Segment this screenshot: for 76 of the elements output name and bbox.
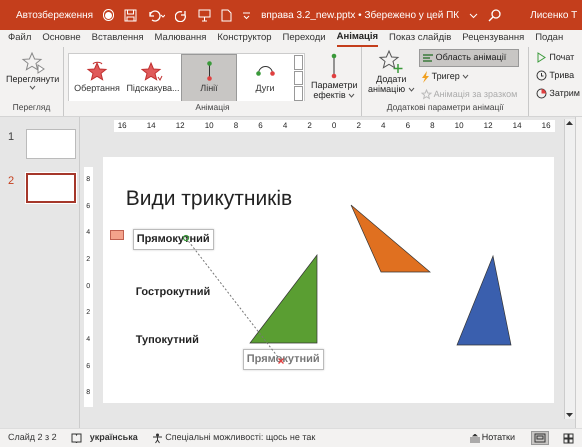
star-icon [420,89,432,100]
star-play-icon [20,51,45,75]
shape-label: Тупокутний [136,333,199,348]
chevron-icon [29,84,36,91]
accessibility-status[interactable]: Спеціальні можливості: щось не так [152,431,316,445]
presentation-icon[interactable] [198,8,212,22]
group-label: Перегляд [12,101,52,114]
group-label: Анімація [194,101,231,114]
clock-icon [536,88,548,99]
arc-path-icon [256,66,274,76]
star-icon [85,60,109,82]
customize-icon[interactable] [242,10,252,20]
group-label: Додаткові параметри анімації [386,101,505,114]
preview-button[interactable]: Переглянути [4,51,59,91]
trigger-button[interactable]: Тригер [418,69,520,84]
slide-title: Види трикутників [126,186,292,212]
slide-thumbnail[interactable] [26,129,76,159]
animation-tag [110,230,124,240]
redo-icon[interactable] [175,8,188,22]
document-icon[interactable] [221,8,232,22]
ghost-label: Прямокутний [242,349,324,370]
chevron-icon [408,86,415,93]
language-indicator[interactable]: українська [90,431,138,445]
slide-number: 2 [8,174,16,189]
chevron-icon [462,74,469,80]
arrow-up-icon [564,119,574,126]
triangle-shape[interactable] [456,254,512,346]
clock-icon [536,70,548,81]
timing-option[interactable]: Затрим [534,86,582,101]
ribbon-tab[interactable]: Файл [8,30,32,47]
line-path-icon [206,61,212,82]
ribbon-tab[interactable]: Вставлення [92,30,144,47]
gallery-scroll[interactable] [293,54,304,102]
animation-pane-button[interactable]: Область анімації [418,49,520,66]
arrow-down-icon [564,412,574,419]
notes-button[interactable]: Нотатки [468,430,517,446]
accessibility-icon [152,432,163,444]
slide-thumbnail[interactable] [26,173,76,203]
triangle-shape[interactable] [249,254,318,344]
star-icon [141,60,165,82]
ribbon-tab[interactable]: Конструктор [217,30,272,47]
ribbon-tab[interactable]: Основне [42,30,81,47]
animation-effect[interactable]: Лінії [181,54,237,102]
normal-view-icon [534,433,546,443]
vertical-scrollbar[interactable] [564,119,575,419]
timing-option[interactable]: Почат [534,50,582,65]
search-icon[interactable] [488,8,502,22]
chevron-icon[interactable] [469,10,478,20]
ribbon-tab[interactable]: Рецензування [462,30,524,47]
play-icon [536,52,548,63]
pane-icon [422,52,434,63]
book-icon[interactable] [70,433,82,443]
undo-icon[interactable] [147,8,166,22]
horizontal-ruler: 16 14 12 10 8 6 4 2 0 2 4 6 8 10 12 14 16 [114,120,555,132]
shape-label: Гострокутний [136,285,210,300]
autosave-toggle[interactable] [103,9,114,21]
add-animation-button[interactable]: Додати анімацію [366,49,417,95]
lightning-icon [420,70,430,83]
slide-counter: Слайд 2 з 2 [8,431,57,444]
ribbon-tab[interactable]: Показ слайдів [389,30,452,47]
autosave-label: Автозбереження [16,8,94,22]
ribbon-tab[interactable]: Переходи [282,30,326,47]
normal-view-button[interactable] [531,431,549,445]
document-title: вправа 3.2_new.pptx • Збережено у цей ПК [261,8,460,22]
effect-options-button[interactable]: Параметри ефектів [309,51,357,101]
ribbon-tab[interactable]: Малювання [154,30,206,47]
notes-icon [470,434,480,442]
slide-number: 1 [8,130,16,145]
ribbon-tab[interactable]: Подан [535,30,564,47]
slide-sorter-icon[interactable] [563,432,574,444]
star-plus-icon [378,49,404,75]
save-icon[interactable] [124,8,138,22]
chevron-icon [348,92,356,99]
triangle-shape[interactable] [350,204,431,272]
user-name[interactable]: Лисенко Т [530,8,578,22]
timing-option[interactable]: Трива [534,68,582,83]
